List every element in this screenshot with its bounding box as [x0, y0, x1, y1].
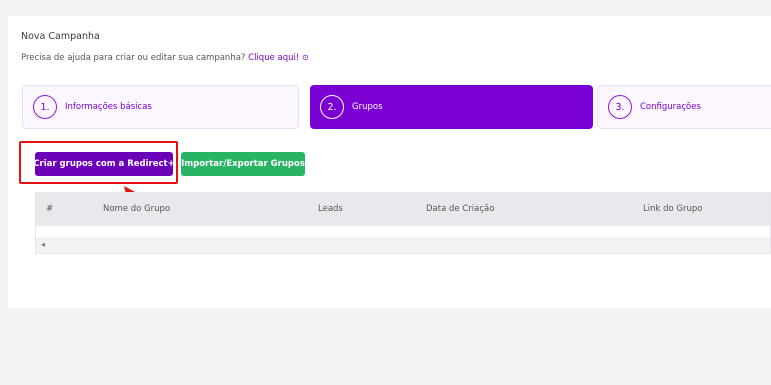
- step-configuracoes[interactable]: 3. Configurações: [597, 85, 771, 129]
- column-header-index[interactable]: #: [46, 204, 53, 214]
- step-label-1: Informações básicas: [65, 102, 152, 112]
- column-header-leads[interactable]: Leads: [318, 204, 343, 214]
- scroll-left-icon[interactable]: ◂: [41, 240, 45, 249]
- step-label-3: Configurações: [640, 102, 701, 112]
- groups-table: # Nome do Grupo Leads Data de Criação Li…: [35, 192, 771, 254]
- column-header-creation-date[interactable]: Data de Criação: [426, 204, 494, 214]
- column-header-group-name[interactable]: Nome do Grupo: [103, 204, 170, 214]
- step-informacoes-basicas[interactable]: 1. Informações básicas: [22, 85, 299, 129]
- help-text: Precisa de ajuda para criar ou editar su…: [21, 53, 246, 63]
- step-label-2: Grupos: [352, 102, 383, 112]
- page-title: Nova Campanha: [21, 31, 100, 42]
- annotation-highlight-box: [19, 141, 178, 184]
- external-link-icon[interactable]: ⊙: [302, 53, 309, 62]
- horizontal-scrollbar[interactable]: ◂: [36, 237, 770, 253]
- step-number-2: 2.: [320, 95, 344, 119]
- column-header-group-link[interactable]: Link do Grupo: [643, 204, 702, 214]
- import-export-groups-button[interactable]: Importar/Exportar Grupos: [181, 152, 305, 176]
- help-line: Precisa de ajuda para criar ou editar su…: [21, 53, 309, 63]
- step-number-3: 3.: [608, 95, 632, 119]
- table-header: # Nome do Grupo Leads Data de Criação Li…: [36, 193, 770, 226]
- help-link[interactable]: Clique aqui!: [248, 53, 299, 63]
- step-number-1: 1.: [33, 95, 57, 119]
- step-grupos[interactable]: 2. Grupos: [310, 85, 593, 129]
